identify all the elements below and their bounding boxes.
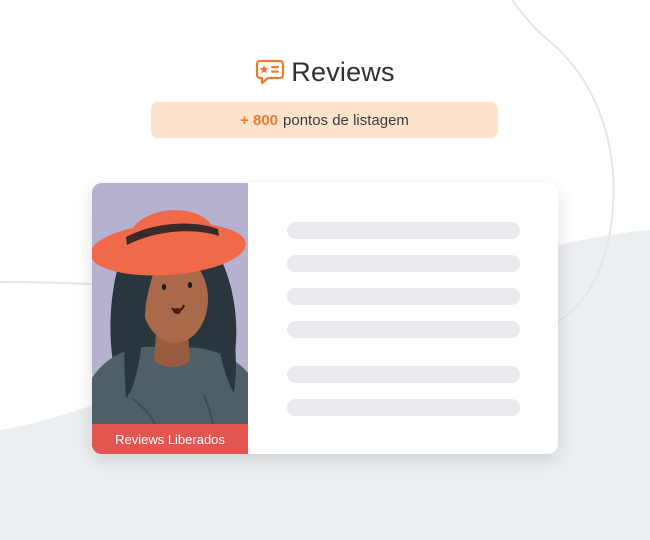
points-label: pontos de listagem — [283, 111, 409, 129]
page-header: Reviews — [0, 54, 650, 90]
placeholder-line-2 — [287, 255, 520, 272]
placeholder-line-6 — [287, 399, 520, 416]
page-title: Reviews — [291, 56, 395, 87]
placeholder-line-4 — [287, 321, 520, 338]
points-banner: + 800 pontos de listagem — [151, 102, 498, 138]
points-amount: + 800 — [240, 111, 279, 129]
placeholder-line-5 — [287, 366, 520, 383]
reviews-unlocked-badge: Reviews Liberados — [92, 424, 248, 454]
reviewer-illustration: Reviews Liberados — [92, 183, 248, 454]
placeholder-line-3 — [287, 288, 520, 305]
review-star-icon — [255, 58, 285, 86]
review-card: Reviews Liberados — [92, 183, 558, 454]
placeholder-line-1 — [287, 222, 520, 239]
